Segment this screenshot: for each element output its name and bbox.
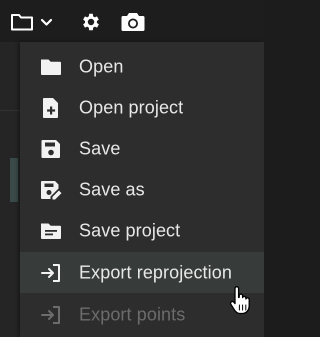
menu-item-label: Open: [79, 56, 124, 76]
menu-item-label: Open project: [79, 97, 184, 117]
menu-item-label: Save: [79, 138, 121, 158]
save-as-icon: [38, 177, 64, 203]
toolbar: [0, 0, 264, 42]
menu-item-open[interactable]: Open: [20, 46, 264, 87]
background-divider: [0, 110, 22, 111]
menu-item-export-reprojection[interactable]: Export reprojection: [20, 252, 264, 293]
file-dropdown-menu: Open Open project Save Save as Save proj…: [20, 42, 264, 337]
export-icon: [38, 260, 64, 286]
save-icon: [38, 136, 64, 162]
file-plus-icon: [38, 95, 64, 121]
camera-icon: [121, 13, 145, 31]
menu-item-label: Save project: [79, 220, 181, 240]
menu-item-label: Export points: [79, 304, 186, 324]
menu-item-label: Save as: [79, 179, 145, 199]
settings-button[interactable]: [78, 8, 104, 36]
app-window: Open Open project Save Save as Save proj…: [0, 0, 264, 337]
background-accent-block: [10, 158, 18, 202]
menu-item-save[interactable]: Save: [20, 128, 264, 169]
menu-item-open-project[interactable]: Open project: [20, 87, 264, 128]
menu-item-export-points[interactable]: Export points: [20, 294, 264, 335]
folder-text-icon: [38, 218, 64, 244]
menu-item-label: Export reprojection: [79, 262, 232, 282]
screenshot-button[interactable]: [119, 8, 147, 36]
gear-icon: [83, 13, 99, 31]
file-menu-button[interactable]: [6, 8, 58, 36]
menu-item-save-as[interactable]: Save as: [20, 169, 264, 210]
export-icon: [38, 302, 64, 328]
chevron-down-icon: [40, 18, 53, 26]
folder-icon: [11, 14, 53, 31]
folder-icon: [38, 54, 64, 80]
menu-item-save-project[interactable]: Save project: [20, 210, 264, 251]
